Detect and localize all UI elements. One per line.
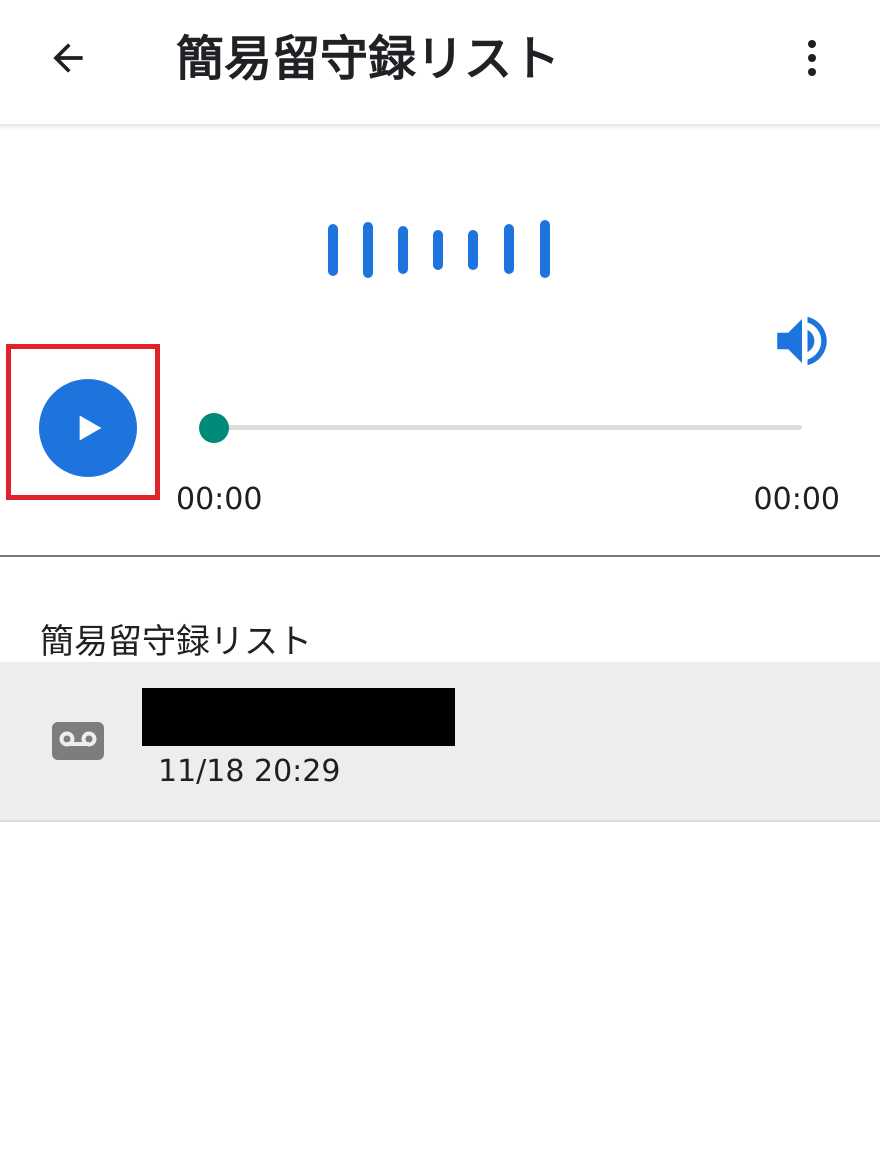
seek-thumb[interactable] [199,413,229,443]
app-bar-shadow [0,124,880,130]
current-time: 00:00 [176,482,263,517]
list-divider [0,820,880,822]
page-title: 簡易留守録リスト [176,31,561,87]
more-vert-icon [808,40,816,76]
player-divider [0,555,880,557]
more-options-button[interactable] [786,30,838,86]
play-button[interactable] [39,379,137,477]
volume-up-icon [777,316,827,366]
waveform-icon [328,220,550,278]
list-heading: 簡易留守録リスト [40,622,312,662]
arrow-back-icon [53,43,83,73]
volume-button[interactable] [766,308,838,374]
caller-name-redacted [142,688,455,746]
play-icon [79,415,102,441]
list-item-datetime: 11/18 20:29 [158,754,341,789]
voicemail-icon [52,722,104,760]
back-button[interactable] [36,30,100,86]
seek-bar[interactable] [214,425,802,430]
app-bar: 簡易留守録リスト [0,0,880,124]
total-time: 00:00 [753,482,840,517]
